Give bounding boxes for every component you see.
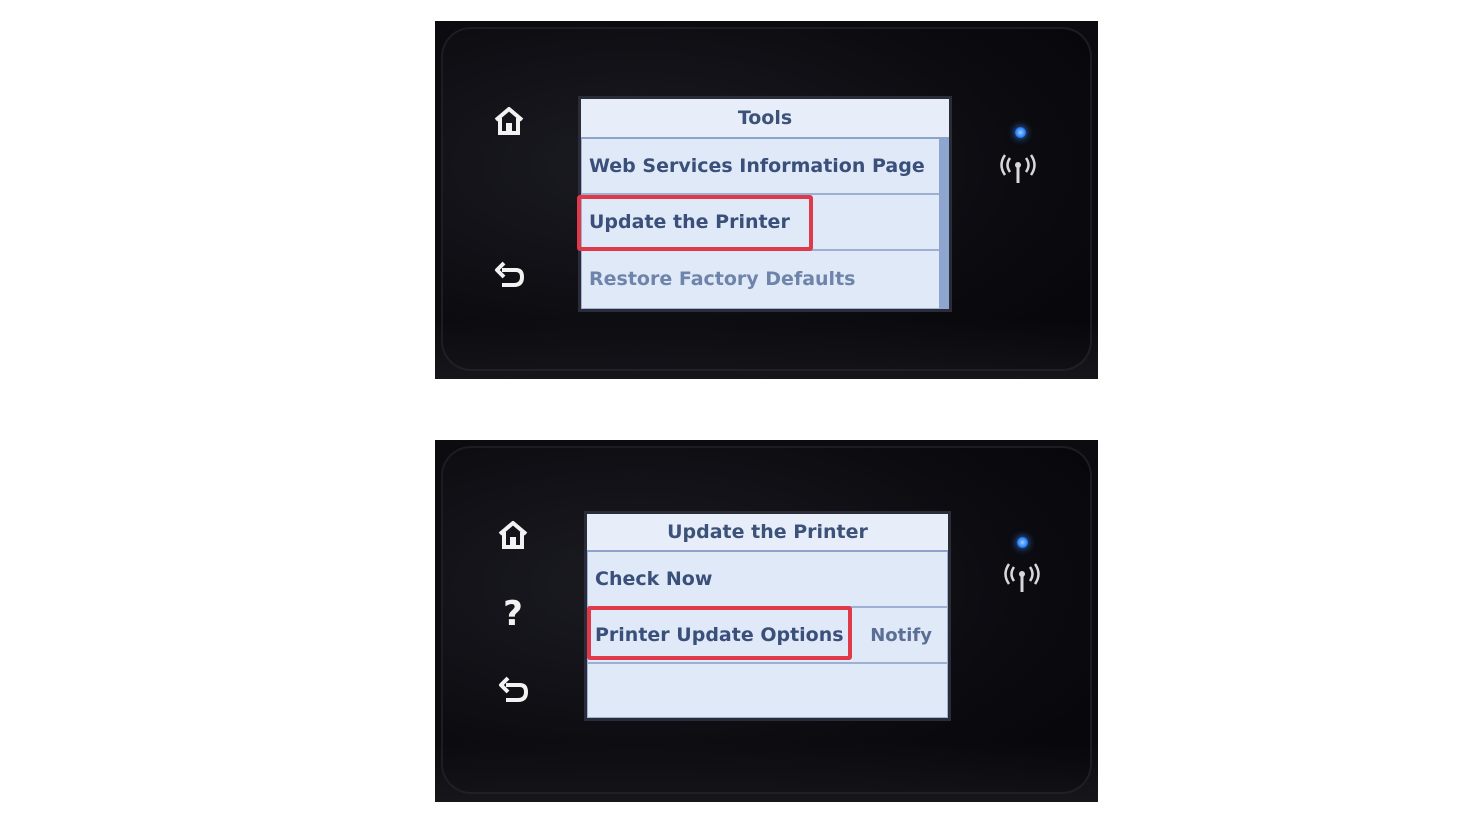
menu-item-update-the-printer[interactable]: Update the Printer <box>581 195 939 251</box>
display-screen: Tools Web Services Information Page Upda… <box>581 99 949 309</box>
display-screen: Update the Printer Check Now Printer Upd… <box>587 514 948 718</box>
menu-item-label: Update the Printer <box>589 211 790 233</box>
back-icon <box>495 261 525 287</box>
back-icon <box>499 676 529 702</box>
menu-item-label: Printer Update Options <box>595 624 844 646</box>
wireless-led <box>1015 127 1026 138</box>
home-button[interactable] <box>487 99 531 143</box>
back-button[interactable] <box>491 668 535 712</box>
menu-item-web-services-information-page[interactable]: Web Services Information Page <box>581 139 939 195</box>
scrollbar[interactable] <box>939 139 949 309</box>
screen-title: Tools <box>581 99 949 139</box>
help-button[interactable]: ? <box>491 592 535 636</box>
printer-panel-update: ? Update the Printer Check Now Printer U… <box>435 440 1098 802</box>
menu-item-printer-update-options[interactable]: Printer Update Options Notify <box>587 608 948 664</box>
home-button[interactable] <box>491 513 535 557</box>
menu-item-label: Restore Factory Defaults <box>589 268 856 290</box>
menu-item-label: Web Services Information Page <box>589 155 925 177</box>
wireless-icon <box>998 153 1038 187</box>
menu-item-check-now[interactable]: Check Now <box>587 552 948 608</box>
back-button[interactable] <box>487 253 531 297</box>
menu-item-restore-factory-defaults[interactable]: Restore Factory Defaults <box>581 251 939 307</box>
home-icon <box>498 521 528 549</box>
menu-item-label: Check Now <box>595 568 713 590</box>
screen-title: Update the Printer <box>587 514 948 552</box>
menu-item-value: Notify <box>870 624 932 646</box>
wireless-icon <box>1002 562 1042 596</box>
help-icon: ? <box>503 594 523 634</box>
home-icon <box>494 107 524 135</box>
wireless-led <box>1017 537 1028 548</box>
printer-panel-tools: Tools Web Services Information Page Upda… <box>435 21 1098 379</box>
